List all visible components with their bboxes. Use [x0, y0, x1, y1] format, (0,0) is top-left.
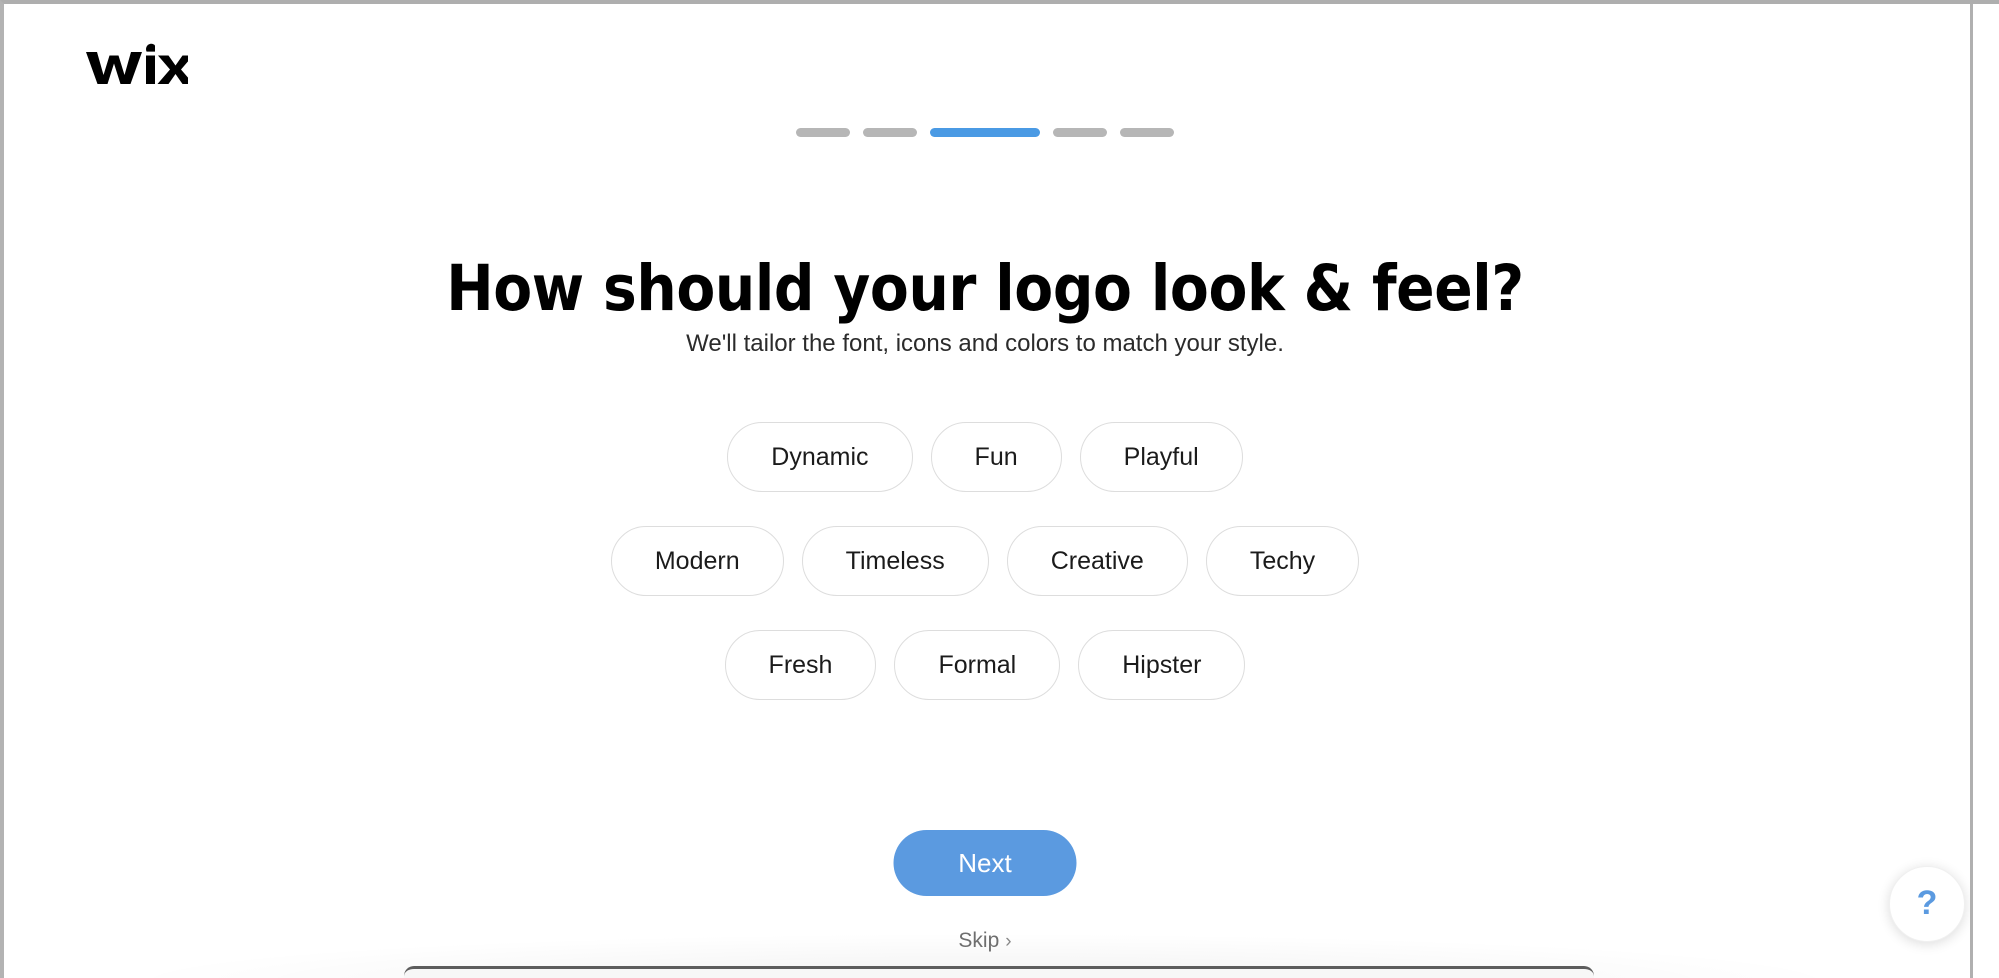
page-canvas: How should your logo look & feel? We'll …	[4, 4, 1966, 978]
page-subtitle: We'll tailor the font, icons and colors …	[686, 330, 1284, 357]
chip-fresh[interactable]: Fresh	[724, 630, 877, 700]
progress-step-3-active[interactable]	[930, 128, 1040, 137]
progress-step-5[interactable]	[1120, 128, 1174, 137]
style-chip-group: Dynamic Fun Playful Modern Timeless Crea…	[4, 422, 1966, 734]
progress-step-4[interactable]	[1053, 128, 1107, 137]
chip-fun[interactable]: Fun	[930, 422, 1062, 492]
chip-row-3: Fresh Formal Hipster	[4, 630, 1966, 700]
help-button-icon[interactable]: ?	[1889, 866, 1965, 942]
browser-viewport-frame: How should your logo look & feel? We'll …	[0, 0, 1999, 978]
bottom-sheet-edge	[404, 966, 1594, 978]
chip-modern[interactable]: Modern	[610, 526, 784, 596]
page-title: How should your logo look & feel?	[446, 252, 1524, 326]
skip-label: Skip	[958, 929, 1000, 952]
chip-row-1: Dynamic Fun Playful	[4, 422, 1966, 492]
chip-hipster[interactable]: Hipster	[1078, 630, 1246, 700]
progress-step-2[interactable]	[863, 128, 917, 137]
chip-techy[interactable]: Techy	[1205, 526, 1360, 596]
skip-link[interactable]: Skip ›	[4, 929, 1966, 953]
wix-logo[interactable]	[84, 42, 188, 88]
chip-playful[interactable]: Playful	[1079, 422, 1243, 492]
chip-timeless[interactable]: Timeless	[801, 526, 989, 596]
chip-row-2: Modern Timeless Creative Techy	[4, 526, 1966, 596]
progress-indicator	[4, 128, 1966, 137]
chevron-right-icon: ›	[1005, 931, 1012, 952]
progress-step-1[interactable]	[796, 128, 850, 137]
chip-formal[interactable]: Formal	[894, 630, 1061, 700]
chip-dynamic[interactable]: Dynamic	[727, 422, 913, 492]
viewport-right-gutter	[1973, 4, 1999, 978]
chip-creative[interactable]: Creative	[1006, 526, 1188, 596]
next-button[interactable]: Next	[893, 830, 1077, 896]
